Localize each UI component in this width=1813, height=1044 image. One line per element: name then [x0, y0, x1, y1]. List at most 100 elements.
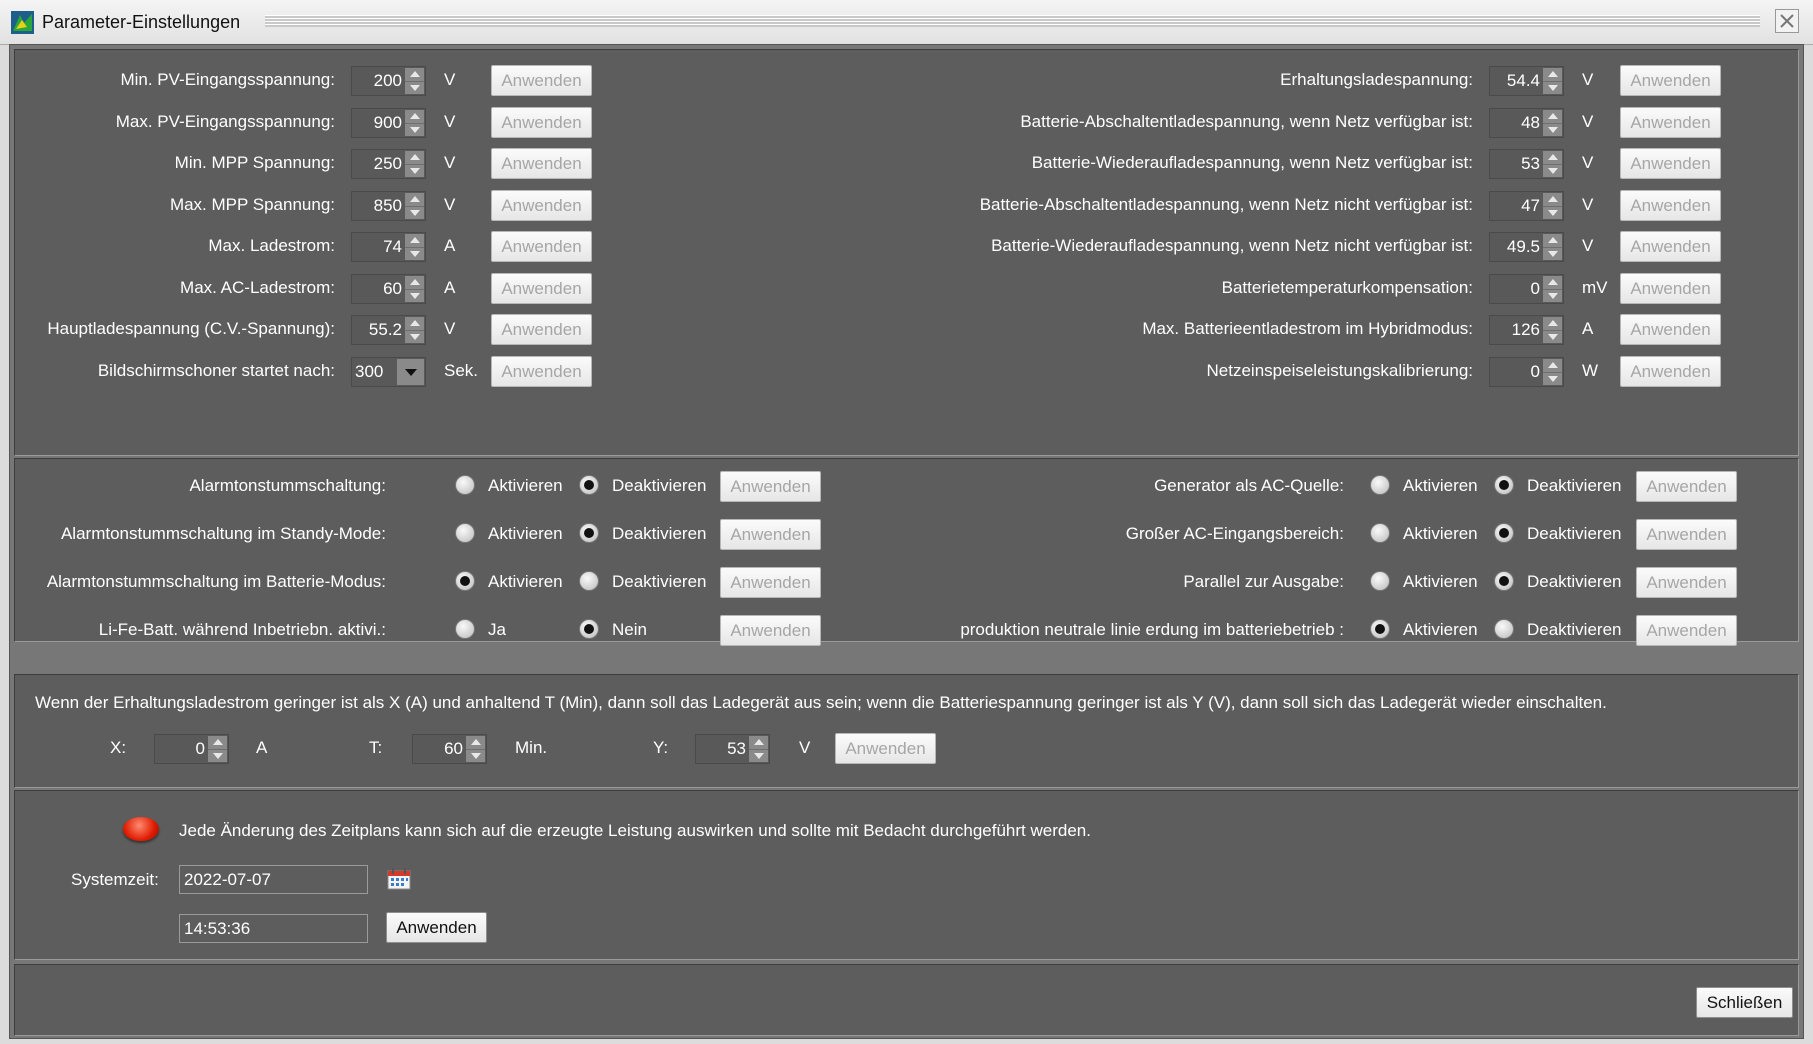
right-option2-radio[interactable]	[1494, 619, 1514, 639]
spin-down-icon[interactable]	[1543, 372, 1562, 385]
right-option1-radio[interactable]	[1370, 619, 1390, 639]
spin-up-icon[interactable]	[1543, 276, 1562, 290]
spin-down-icon[interactable]	[405, 81, 424, 94]
spin-up-icon[interactable]	[1543, 110, 1562, 124]
y-spinbox[interactable]: 53	[695, 734, 770, 764]
spin-up-icon[interactable]	[405, 317, 424, 331]
spin-up-icon[interactable]	[405, 193, 424, 207]
spin-up-icon[interactable]	[405, 234, 424, 248]
apply-button[interactable]: Anwenden	[491, 148, 592, 179]
spin-down-icon[interactable]	[405, 123, 424, 136]
apply-button[interactable]: Anwenden	[1620, 190, 1721, 221]
spin-down-icon[interactable]	[405, 289, 424, 302]
spin-up-icon[interactable]	[749, 736, 768, 750]
spin-down-icon[interactable]	[1543, 164, 1562, 177]
left-option1-radio[interactable]	[455, 571, 475, 591]
right-setting-spinbox[interactable]: 126	[1489, 315, 1564, 345]
apply-float-charge-button[interactable]: Anwenden	[835, 733, 936, 764]
apply-button[interactable]: Anwenden	[1636, 615, 1737, 646]
spin-up-icon[interactable]	[466, 736, 485, 750]
dropdown-icon[interactable]	[397, 359, 424, 385]
spin-down-icon[interactable]	[1543, 123, 1562, 136]
spin-down-icon[interactable]	[208, 749, 227, 762]
spin-down-icon[interactable]	[1543, 247, 1562, 260]
right-option1-radio[interactable]	[1370, 571, 1390, 591]
spin-down-icon[interactable]	[1543, 289, 1562, 302]
apply-button[interactable]: Anwenden	[1636, 519, 1737, 550]
t-spinbox[interactable]: 60	[412, 734, 487, 764]
apply-button[interactable]: Anwenden	[1636, 567, 1737, 598]
spin-down-icon[interactable]	[405, 206, 424, 219]
apply-button[interactable]: Anwenden	[491, 356, 592, 387]
left-option1-radio[interactable]	[455, 475, 475, 495]
spin-down-icon[interactable]	[466, 749, 485, 762]
apply-button[interactable]: Anwenden	[1620, 107, 1721, 138]
left-option1-radio[interactable]	[455, 619, 475, 639]
date-field[interactable]: 2022-07-07	[179, 865, 368, 894]
right-setting-spinbox[interactable]: 0	[1489, 357, 1564, 387]
right-setting-spinbox[interactable]: 48	[1489, 108, 1564, 138]
apply-button[interactable]: Anwenden	[1620, 148, 1721, 179]
spin-up-icon[interactable]	[1543, 68, 1562, 82]
left-option1-radio[interactable]	[455, 523, 475, 543]
apply-button[interactable]: Anwenden	[491, 231, 592, 262]
left-option2-radio[interactable]	[579, 475, 599, 495]
x-spinbox[interactable]: 0	[154, 734, 229, 764]
screensaver-value: 300	[355, 362, 384, 381]
calendar-icon[interactable]	[387, 868, 411, 890]
spin-up-icon[interactable]	[405, 276, 424, 290]
spin-up-icon[interactable]	[1543, 317, 1562, 331]
left-setting-spinbox[interactable]: 200	[351, 66, 426, 96]
apply-button[interactable]: Anwenden	[491, 190, 592, 221]
right-option2-radio[interactable]	[1494, 523, 1514, 543]
spin-down-icon[interactable]	[749, 749, 768, 762]
spin-down-icon[interactable]	[1543, 81, 1562, 94]
right-option1-radio[interactable]	[1370, 475, 1390, 495]
left-setting-spinbox[interactable]: 900	[351, 108, 426, 138]
spin-up-icon[interactable]	[208, 736, 227, 750]
left-option2-radio[interactable]	[579, 523, 599, 543]
close-button[interactable]: Schließen	[1696, 987, 1793, 1018]
right-setting-spinbox[interactable]: 49.5	[1489, 232, 1564, 262]
left-option2-radio[interactable]	[579, 571, 599, 591]
spin-down-icon[interactable]	[1543, 330, 1562, 343]
left-setting-spinbox[interactable]: 55.2	[351, 315, 426, 345]
left-setting-spinbox[interactable]: 250	[351, 149, 426, 179]
apply-button[interactable]: Anwenden	[1620, 356, 1721, 387]
spin-down-icon[interactable]	[405, 330, 424, 343]
apply-button[interactable]: Anwenden	[1620, 273, 1721, 304]
right-setting-spinbox[interactable]: 54.4	[1489, 66, 1564, 96]
apply-button[interactable]: Anwenden	[491, 314, 592, 345]
spin-up-icon[interactable]	[405, 110, 424, 124]
spin-up-icon[interactable]	[1543, 151, 1562, 165]
right-option2-radio[interactable]	[1494, 571, 1514, 591]
spin-up-icon[interactable]	[405, 68, 424, 82]
apply-systemtime-button[interactable]: Anwenden	[386, 912, 487, 943]
spin-up-icon[interactable]	[405, 151, 424, 165]
spin-down-icon[interactable]	[405, 164, 424, 177]
apply-button[interactable]: Anwenden	[491, 107, 592, 138]
screensaver-select[interactable]: 300	[351, 357, 426, 387]
apply-button[interactable]: Anwenden	[1620, 231, 1721, 262]
spin-up-icon[interactable]	[1543, 359, 1562, 373]
spin-down-icon[interactable]	[1543, 206, 1562, 219]
spin-up-icon[interactable]	[1543, 193, 1562, 207]
apply-button[interactable]: Anwenden	[491, 65, 592, 96]
close-window-button[interactable]	[1775, 9, 1799, 33]
apply-button[interactable]: Anwenden	[1620, 314, 1721, 345]
left-setting-spinbox[interactable]: 74	[351, 232, 426, 262]
left-option2-radio[interactable]	[579, 619, 599, 639]
right-setting-spinbox[interactable]: 47	[1489, 191, 1564, 221]
spin-up-icon[interactable]	[1543, 234, 1562, 248]
spin-down-icon[interactable]	[405, 247, 424, 260]
apply-button[interactable]: Anwenden	[491, 273, 592, 304]
time-field[interactable]: 14:53:36	[179, 914, 368, 943]
right-option1-radio[interactable]	[1370, 523, 1390, 543]
right-option2-radio[interactable]	[1494, 475, 1514, 495]
right-setting-spinbox[interactable]: 0	[1489, 274, 1564, 304]
left-setting-spinbox[interactable]: 60	[351, 274, 426, 304]
right-setting-spinbox[interactable]: 53	[1489, 149, 1564, 179]
left-setting-spinbox[interactable]: 850	[351, 191, 426, 221]
apply-button[interactable]: Anwenden	[1636, 471, 1737, 502]
apply-button[interactable]: Anwenden	[1620, 65, 1721, 96]
